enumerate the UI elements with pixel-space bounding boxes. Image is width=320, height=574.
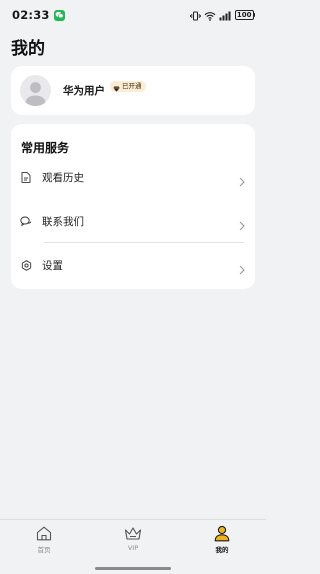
tab-label: VIP xyxy=(127,544,139,552)
gear-icon xyxy=(20,259,32,271)
service-item-label: 联系我们 xyxy=(42,215,84,228)
service-item-label: 观看历史 xyxy=(42,171,84,184)
vibrate-icon xyxy=(189,6,201,25)
services-title: 常用服务 xyxy=(21,141,70,155)
status-left: 02:33 xyxy=(12,8,65,22)
status-bar: 02:33 100 xyxy=(0,0,266,30)
bottom-tab-bar: 首页 VIP 我的 xyxy=(0,519,266,574)
history-document-icon xyxy=(20,171,32,183)
tab-home[interactable]: 首页 xyxy=(14,524,74,556)
diamond-icon xyxy=(113,77,120,96)
vip-status-text: 已开通 xyxy=(122,81,142,90)
service-item-label: 设置 xyxy=(42,259,63,272)
page-title: 我的 xyxy=(11,39,45,59)
tab-label: 我的 xyxy=(215,546,229,554)
tab-vip[interactable]: VIP xyxy=(103,524,163,556)
chevron-right-icon xyxy=(239,260,245,279)
row-divider xyxy=(44,242,244,243)
avatar[interactable] xyxy=(20,75,51,106)
home-indicator[interactable] xyxy=(95,567,171,570)
service-item-contact-us[interactable]: 联系我们 xyxy=(11,209,255,233)
battery-level: 100 xyxy=(234,10,254,20)
user-name: 华为用户 xyxy=(63,85,105,97)
vip-status-badge: 已开通 xyxy=(110,80,146,92)
home-icon xyxy=(35,524,53,542)
chevron-right-icon xyxy=(239,216,245,235)
battery-icon: 100 xyxy=(234,10,255,20)
chat-bubbles-icon xyxy=(20,215,32,227)
tab-mine[interactable]: 我的 xyxy=(192,524,252,556)
wechat-notification-icon xyxy=(53,9,65,21)
wifi-icon xyxy=(204,6,216,25)
status-right: 100 xyxy=(189,6,255,25)
tab-label: 首页 xyxy=(37,546,51,554)
crown-icon xyxy=(124,524,142,542)
signal-icon xyxy=(219,6,232,25)
status-time: 02:33 xyxy=(12,8,50,22)
services-card: 常用服务 观看历史 联系我们 设置 xyxy=(11,124,255,289)
chevron-right-icon xyxy=(239,172,245,191)
service-item-watch-history[interactable]: 观看历史 xyxy=(11,165,255,189)
person-icon xyxy=(213,524,231,542)
default-avatar-icon xyxy=(25,82,46,106)
profile-card[interactable]: 华为用户 已开通 xyxy=(11,66,255,115)
service-item-settings[interactable]: 设置 xyxy=(11,253,255,277)
